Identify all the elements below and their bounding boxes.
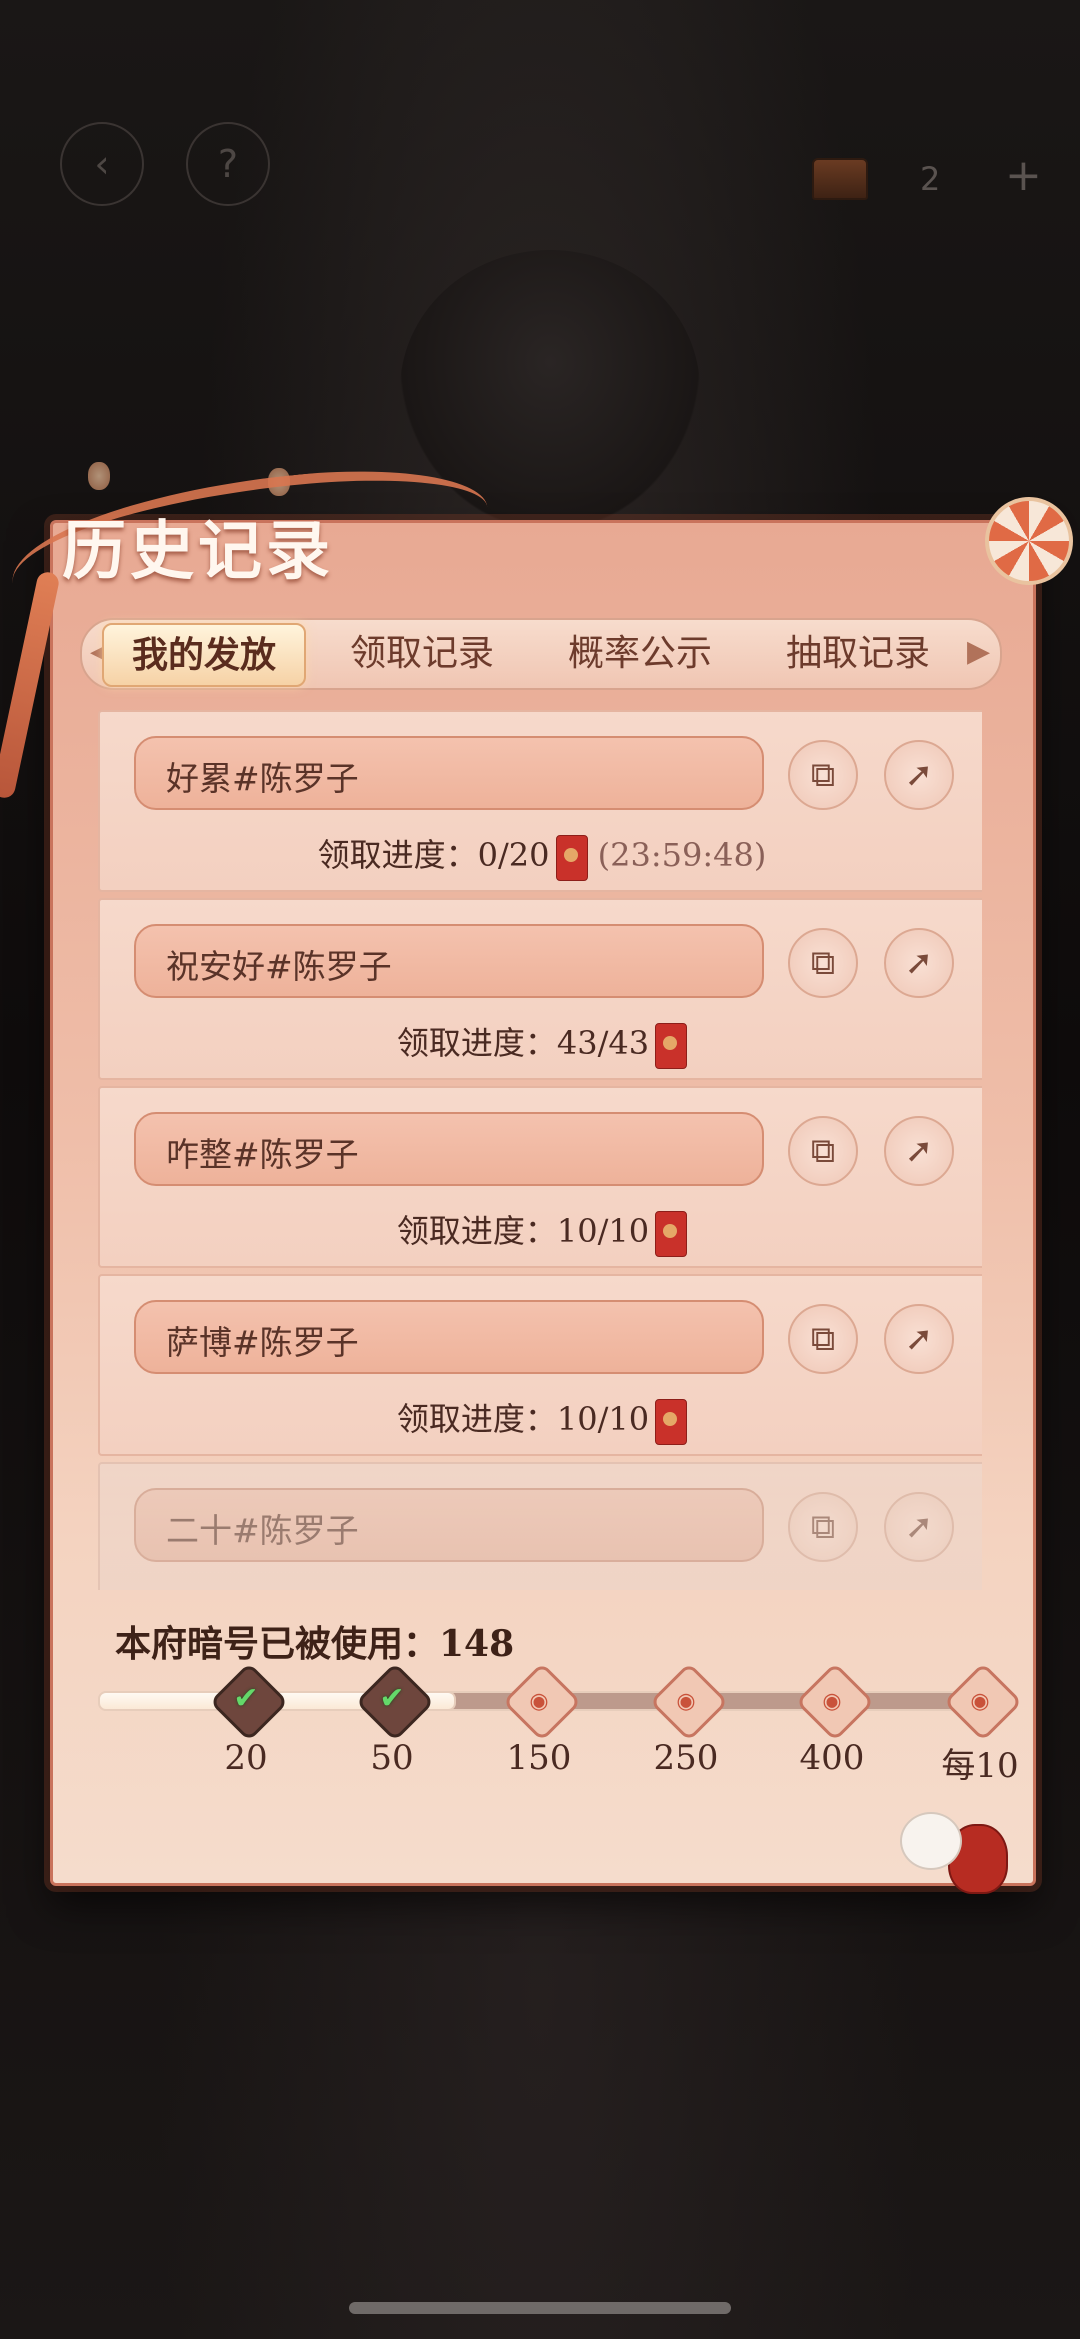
copy-button[interactable]: ⧉: [788, 1116, 858, 1186]
back-arrow-icon: ‹: [94, 142, 110, 186]
milestone-node-icon-wrap: ◉: [955, 1679, 1005, 1719]
share-icon: ➚: [904, 755, 934, 795]
progress-label: 领取进度：: [317, 836, 478, 874]
record-name: 咋整#陈罗子: [166, 1135, 359, 1174]
progress-value: 10/10: [556, 1212, 650, 1250]
record-name-bar: 二十#陈罗子: [134, 1488, 764, 1562]
red-packet-icon: [655, 1210, 688, 1257]
record-name: 好累#陈罗子: [166, 759, 359, 798]
copy-icon: ⧉: [810, 1507, 836, 1547]
claim-progress: 领取进度：0/20 (23:59:48): [100, 830, 982, 881]
page-title: 历史记录: [62, 514, 334, 589]
red-packet-icon: [655, 1022, 688, 1069]
check-icon: ✔: [233, 1681, 259, 1716]
record-name-bar: 好累#陈罗子: [134, 736, 764, 810]
milestone-label: 400: [799, 1738, 865, 1778]
copy-button[interactable]: ⧉: [788, 928, 858, 998]
help-button[interactable]: ?: [186, 122, 270, 206]
record-name-bar: 萨博#陈罗子: [134, 1300, 764, 1374]
tab-probability[interactable]: 概率公示: [540, 620, 740, 688]
list-item: 咋整#陈罗子 ⧉ ➚ 领取进度：10/10: [98, 1086, 982, 1268]
progress-label: 领取进度：: [396, 1400, 557, 1438]
progress-value: 0/20: [477, 836, 550, 874]
back-button[interactable]: ‹: [60, 122, 144, 206]
tab-claim-records[interactable]: 领取记录: [322, 620, 522, 688]
list-item: 萨博#陈罗子 ⧉ ➚ 领取进度：10/10: [98, 1274, 982, 1456]
claim-progress: 领取进度：10/10: [100, 1206, 982, 1257]
copy-icon: ⧉: [810, 943, 836, 983]
reward-coin-icon: ◉: [970, 1689, 990, 1714]
list-item: 二十#陈罗子 ⧉ ➚: [98, 1462, 982, 1590]
tab-right-ornament-icon: ▶: [967, 634, 991, 669]
red-packet-icon: [655, 1398, 688, 1445]
progress-label: 领取进度：: [396, 1024, 557, 1062]
milestone-node-icon-wrap: ◉: [807, 1679, 857, 1719]
share-icon: ➚: [904, 1507, 934, 1547]
share-button[interactable]: ➚: [884, 1492, 954, 1562]
milestone-node-icon-wrap: ◉: [661, 1679, 711, 1719]
milestone-label: 20: [224, 1738, 268, 1778]
reward-coin-icon: ◉: [822, 1689, 842, 1714]
progress-label: 领取进度：: [396, 1212, 557, 1250]
reward-coin-icon: ◉: [676, 1689, 696, 1714]
tab-draw-records[interactable]: 抽取记录: [758, 620, 958, 688]
milestone-label: 150: [506, 1738, 572, 1778]
share-button[interactable]: ➚: [884, 1304, 954, 1374]
share-icon: ➚: [904, 943, 934, 983]
help-icon: ?: [217, 142, 239, 186]
add-currency-button[interactable]: +: [1005, 150, 1042, 201]
milestone-node-icon-wrap: ✔: [221, 1679, 271, 1719]
share-icon: ➚: [904, 1319, 934, 1359]
record-name-bar: 祝安好#陈罗子: [134, 924, 764, 998]
milestone-label: 250: [653, 1738, 719, 1778]
share-button[interactable]: ➚: [884, 928, 954, 998]
copy-icon: ⧉: [810, 1319, 836, 1359]
record-list[interactable]: 好累#陈罗子 ⧉ ➚ 领取进度：0/20 (23:59:48) 祝安好#陈罗子 …: [98, 710, 982, 1590]
lantern-decoration: [88, 462, 110, 490]
copy-icon: ⧉: [810, 755, 836, 795]
copy-button[interactable]: ⧉: [788, 1492, 858, 1562]
red-packet-icon: [555, 834, 588, 881]
share-icon: ➚: [904, 1131, 934, 1171]
home-indicator[interactable]: [349, 2302, 731, 2314]
milestone-label: 50: [370, 1738, 414, 1778]
record-name: 萨博#陈罗子: [166, 1323, 359, 1362]
list-item: 好累#陈罗子 ⧉ ➚ 领取进度：0/20 (23:59:48): [98, 710, 982, 892]
medallion-icon: [985, 497, 1073, 585]
copy-icon: ⧉: [810, 1131, 836, 1171]
list-item: 祝安好#陈罗子 ⧉ ➚ 领取进度：43/43: [98, 898, 982, 1080]
mascot-with-lucky-bag: [900, 1812, 1008, 1894]
tab-my-distribution[interactable]: 我的发放: [102, 623, 306, 687]
milestone-node-icon-wrap: ✔: [367, 1679, 417, 1719]
share-button[interactable]: ➚: [884, 1116, 954, 1186]
claim-progress: 领取进度：10/10: [100, 1394, 982, 1445]
countdown-timer: (23:59:48): [597, 836, 767, 874]
reward-coin-icon: ◉: [529, 1689, 549, 1714]
code-usage-text: 本府暗号已被使用：148: [115, 1623, 515, 1665]
record-name-bar: 咋整#陈罗子: [134, 1112, 764, 1186]
progress-value: 10/10: [556, 1400, 650, 1438]
check-icon: ✔: [379, 1681, 405, 1716]
milestone-node-icon-wrap: ◉: [514, 1679, 564, 1719]
tab-bar: ◀ 我的发放 领取记录 概率公示 抽取记录 ▶: [80, 618, 1002, 690]
claim-progress: 领取进度：43/43: [100, 1018, 982, 1069]
copy-button[interactable]: ⧉: [788, 1304, 858, 1374]
record-name: 祝安好#陈罗子: [166, 947, 392, 986]
treasure-chest-icon: [812, 158, 868, 200]
progress-value: 43/43: [556, 1024, 650, 1062]
mascot-icon: [900, 1812, 962, 1870]
record-name: 二十#陈罗子: [166, 1511, 359, 1550]
milestone-label: 每10: [941, 1746, 1019, 1786]
share-button[interactable]: ➚: [884, 740, 954, 810]
currency-count: 2: [920, 160, 941, 198]
copy-button[interactable]: ⧉: [788, 740, 858, 810]
